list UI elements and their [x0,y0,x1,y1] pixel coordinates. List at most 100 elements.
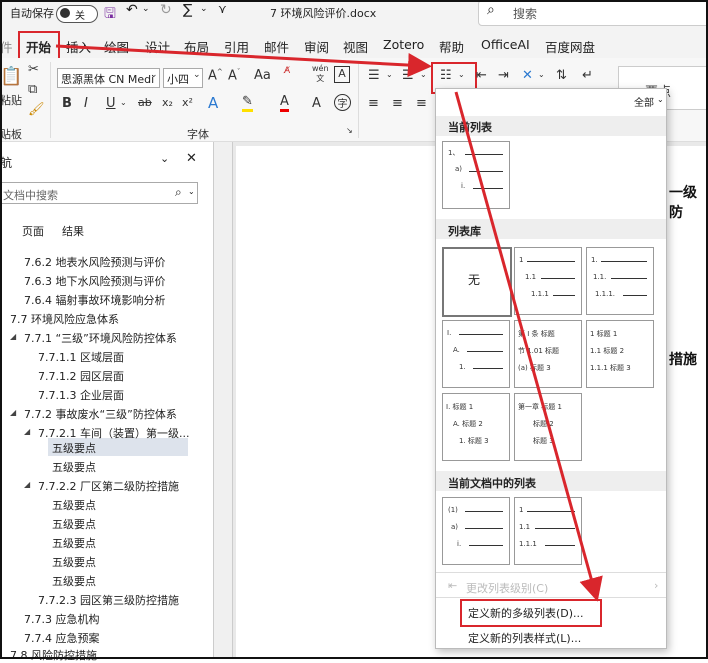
nav-item[interactable]: 7.7.1.3 企业层面 [38,387,124,403]
nav-item[interactable]: 五级要点 [52,573,96,589]
nav-item[interactable]: 五级要点 [52,516,96,532]
nav-item[interactable]: 7.7.2.2 厂区第二级防控措施 [38,478,179,494]
paste-icon[interactable]: 📋 [0,66,22,87]
tab-pages[interactable]: 页面 [22,223,44,239]
search-box[interactable]: ⌕ 搜索 [478,0,708,26]
search-icon[interactable]: ⌕ [175,185,182,200]
font-name-dropdown-icon[interactable]: ⌄ [150,70,158,80]
nav-item[interactable]: 7.6.3 地下水风险预测与评价 [24,273,166,289]
tab-layout[interactable]: 布局 [184,37,209,56]
nav-item[interactable]: 7.7 环境风险应急体系 [10,311,119,327]
font-name-box[interactable]: 思源黑体 CN Medi [57,68,160,88]
save-icon[interactable]: 🖫 [104,3,116,27]
customize-icon[interactable]: ⋎ [218,2,227,16]
align-center-icon[interactable]: ≡ [392,96,403,111]
underline-dropdown-icon[interactable]: ⌄ [120,98,127,107]
nav-item[interactable]: 7.6.2 地表水风险预测与评价 [24,254,166,270]
document-list-thumb[interactable]: 1 1.1 1.1.1 [514,497,582,565]
define-new-list-style-item[interactable]: 定义新的列表样式(L)... [468,630,581,646]
nav-item[interactable]: 7.7.4 应急预案 [24,630,100,646]
paste-label[interactable]: 粘贴 [0,92,22,108]
list-library-thumb[interactable]: 第 I 条 标题 节 1.01 标题 (a) 标题 3 [514,320,582,388]
font-dialog-launcher-icon[interactable]: ↘ [346,126,353,135]
document-list-thumb[interactable]: (1) a) i. [442,497,510,565]
tab-draw[interactable]: 绘图 [104,37,129,56]
format-painter-icon[interactable]: 🖌 [28,102,45,117]
filter-chevron-icon[interactable]: ⌄ [657,95,664,104]
font-size-dropdown-icon[interactable]: ⌄ [193,70,201,80]
list-library-thumb[interactable]: I. A. 1. [442,320,510,388]
undo-icon[interactable]: ↶ [126,2,138,18]
list-none-thumb[interactable]: 无 [442,247,512,317]
copy-icon[interactable]: ⧉ [28,82,37,97]
asian-layout-icon[interactable]: ✕ [522,68,533,83]
italic-icon[interactable]: I [84,96,88,111]
character-border-icon[interactable]: A [334,66,350,83]
more-dropdown-icon[interactable]: ⌄ [200,4,208,14]
nav-item[interactable]: 7.8 风险防控措施 [10,647,97,663]
nav-item[interactable]: 五级要点 [52,440,96,456]
list-library-thumb[interactable]: 1 标题 1 1.1 标题 2 1.1.1 标题 3 [586,320,654,388]
text-effects-icon[interactable]: A [208,94,218,112]
collapse-triangle-icon[interactable]: ◢ [10,332,16,341]
tab-file-fragment[interactable]: 件 [0,37,13,56]
nav-item[interactable]: 五级要点 [52,497,96,513]
show-marks-icon[interactable]: ↵ [582,68,593,83]
list-library-thumb[interactable]: 第一章 标题 1 标题 2 标题 3 [514,393,582,461]
nav-item[interactable]: 7.7.1.1 区域层面 [38,349,124,365]
undo-dropdown-icon[interactable]: ⌄ [142,4,150,14]
autosave-toggle[interactable]: 关 [56,5,98,23]
numbering-icon[interactable]: ☰ [402,68,414,83]
nav-search-input[interactable]: 文档中搜索 ⌕ ⌄ [0,182,198,204]
decrease-indent-icon[interactable]: ⇤ [476,68,487,83]
grow-font-icon[interactable]: A^ [208,68,223,83]
align-right-icon[interactable]: ≡ [416,96,427,111]
underline-icon[interactable]: U [106,96,116,111]
highlight-icon[interactable]: ✎ [242,94,253,112]
tab-baidu-netdisk[interactable]: 百度网盘 [545,37,595,56]
asian-layout-dropdown-icon[interactable]: ⌄ [538,70,545,79]
superscript-icon[interactable]: x² [182,96,193,109]
nav-item[interactable]: 五级要点 [52,459,96,475]
collapse-triangle-icon[interactable]: ◢ [24,427,30,436]
font-color-icon[interactable]: A [280,94,289,112]
list-library-thumb[interactable]: 1 1.1 1.1.1 [514,247,582,315]
collapse-triangle-icon[interactable]: ◢ [24,480,30,489]
nav-item[interactable]: 7.6.4 辐射事故环境影响分析 [24,292,166,308]
sigma-icon[interactable]: ∑ [183,2,192,18]
tab-help[interactable]: 帮助 [439,37,464,56]
current-list-thumb[interactable]: 1、 a) i. [442,141,510,209]
nav-item[interactable]: 7.7.2.3 园区第三级防控措施 [38,592,179,608]
clear-format-icon[interactable]: A̸ [284,66,290,76]
align-left-icon[interactable]: ≡ [368,96,379,111]
nav-item[interactable]: 7.7.1.2 园区层面 [38,368,124,384]
subscript-icon[interactable]: x₂ [162,96,173,109]
increase-indent-icon[interactable]: ⇥ [498,68,509,83]
search-options-icon[interactable]: ⌄ [188,187,195,196]
nav-item[interactable]: 7.7.2.1 车间（装置）第一级... [38,425,189,441]
tab-officeai[interactable]: OfficeAI [481,37,530,52]
redo-icon[interactable]: ↻ [160,2,172,18]
sort-icon[interactable]: ⇅ [556,68,567,83]
nav-item[interactable]: 7.7.3 应急机构 [24,611,100,627]
enclose-characters-icon[interactable]: 字 [334,94,351,111]
change-case-icon[interactable]: Aa [254,68,271,83]
nav-item[interactable]: 五级要点 [52,554,96,570]
collapse-triangle-icon[interactable]: ◢ [10,408,16,417]
character-shading-icon[interactable]: A [312,96,321,111]
shrink-font-icon[interactable]: Aˇ [228,68,240,83]
cut-icon[interactable]: ✂ [28,62,39,77]
tab-view[interactable]: 视图 [343,37,368,56]
tab-mailings[interactable]: 邮件 [264,37,289,56]
list-library-thumb[interactable]: I. 标题 1 A. 标题 2 1. 标题 3 [442,393,510,461]
strikethrough-icon[interactable]: ab [138,96,152,109]
nav-item[interactable]: 7.7.1 “三级”环境风险防控体系 [24,330,177,346]
phonetic-guide-icon[interactable]: wén 文 [312,64,329,84]
tab-review[interactable]: 审阅 [304,37,329,56]
bullets-dropdown-icon[interactable]: ⌄ [386,70,393,79]
tab-design[interactable]: 设计 [145,37,170,56]
tab-references[interactable]: 引用 [224,37,249,56]
tab-results[interactable]: 结果 [62,223,84,239]
bullets-icon[interactable]: ☰ [368,68,380,83]
tab-insert[interactable]: 插入 [66,37,91,56]
